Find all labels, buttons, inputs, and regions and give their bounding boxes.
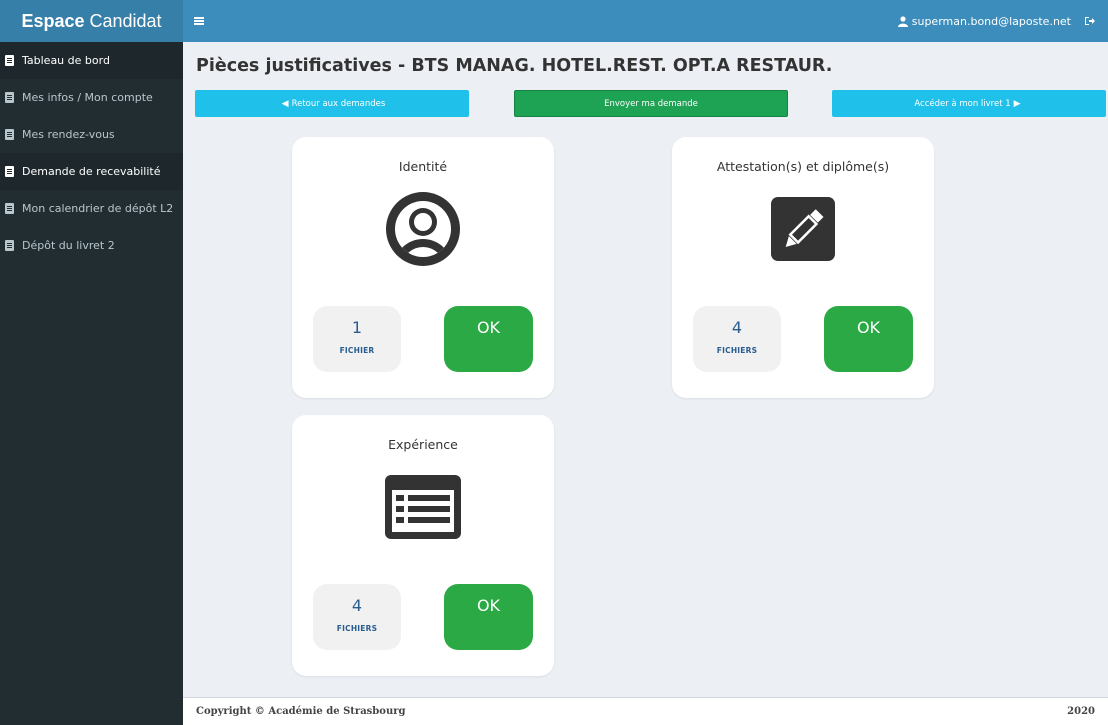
action-bar: ◀ Retour aux demandes Envoyer ma demande… (195, 90, 1106, 117)
book-icon (5, 240, 14, 251)
file-count-box[interactable]: 4 FICHIERS (313, 584, 401, 650)
sidebar: Espace Candidat Tableau de bord Mes info… (0, 0, 183, 725)
sidebar-item-livret2[interactable]: Dépôt du livret 2 (0, 227, 183, 264)
brand-logo[interactable]: Espace Candidat (0, 0, 183, 42)
top-navbar: superman.bond@laposte.net (183, 0, 1108, 42)
sidebar-item-label: Demande de recevabilité (22, 165, 161, 178)
brand-rest: Candidat (89, 10, 162, 31)
arrow-right-icon: ▶ (1013, 98, 1021, 109)
footer: Copyright © Académie de Strasbourg 2020 (183, 697, 1108, 725)
user-circle-icon (383, 189, 463, 269)
copyright-text: Copyright © Académie de Strasbourg (196, 706, 406, 717)
sidebar-item-label: Dépôt du livret 2 (22, 239, 115, 252)
sidebar-item-tableau-de-bord[interactable]: Tableau de bord (0, 42, 183, 79)
file-count-label: FICHIERS (336, 624, 378, 633)
back-button-label: Retour aux demandes (291, 98, 386, 109)
sidebar-item-rendez-vous[interactable]: Mes rendez-vous (0, 116, 183, 153)
send-button-label: Envoyer ma demande (604, 98, 698, 109)
pencil-square-icon (763, 189, 843, 269)
file-count-label: FICHIER (339, 346, 375, 355)
file-count-box[interactable]: 4 FICHIERS (693, 306, 781, 372)
book-icon (5, 166, 14, 177)
sidebar-item-label: Mes rendez-vous (22, 128, 115, 141)
footer-year: 2020 (1067, 706, 1095, 717)
access-button-label: Accéder à mon livret 1 (914, 98, 1011, 109)
sidebar-menu: Tableau de bord Mes infos / Mon compte M… (0, 42, 183, 264)
send-request-button[interactable]: Envoyer ma demande (514, 90, 788, 117)
user-icon (897, 15, 908, 27)
book-icon (5, 129, 14, 140)
status-ok-button[interactable]: OK (824, 306, 913, 372)
sign-out-icon[interactable] (1085, 16, 1095, 26)
book-icon (5, 92, 14, 103)
file-count-label: FICHIERS (716, 346, 758, 355)
main-content: Pièces justificatives - BTS MANAG. HOTEL… (183, 42, 1108, 725)
page-title: Pièces justificatives - BTS MANAG. HOTEL… (196, 56, 833, 76)
card-title: Attestation(s) et diplôme(s) (716, 159, 890, 174)
back-to-requests-button[interactable]: ◀ Retour aux demandes (195, 90, 469, 117)
user-email: superman.bond@laposte.net (911, 14, 1071, 28)
arrow-left-icon: ◀ (281, 98, 289, 109)
sidebar-item-label: Mes infos / Mon compte (22, 91, 153, 104)
card-identite: Identité 1 FICHIER OK (292, 137, 554, 398)
file-count: 4 (731, 318, 743, 337)
card-title: Identité (398, 159, 448, 174)
user-menu[interactable]: superman.bond@laposte.net (897, 14, 1071, 28)
sidebar-item-label: Mon calendrier de dépôt L2 (22, 202, 174, 215)
sidebar-item-label: Tableau de bord (22, 54, 110, 67)
book-icon (5, 203, 14, 214)
card-attestations: Attestation(s) et diplôme(s) 4 FICHIERS … (672, 137, 934, 398)
menu-toggle-icon[interactable] (194, 17, 204, 25)
sidebar-item-calendrier[interactable]: Mon calendrier de dépôt L2 (0, 190, 183, 227)
sidebar-item-recevabilite[interactable]: Demande de recevabilité (0, 153, 183, 190)
status-ok-button[interactable]: OK (444, 306, 533, 372)
file-count: 4 (351, 596, 363, 615)
file-count-box[interactable]: 1 FICHIER (313, 306, 401, 372)
brand-bold: Espace (21, 10, 85, 31)
file-count: 1 (351, 318, 363, 337)
book-icon (5, 55, 14, 66)
sidebar-item-mes-infos[interactable]: Mes infos / Mon compte (0, 79, 183, 116)
status-ok-button[interactable]: OK (444, 584, 533, 650)
card-title: Expérience (388, 437, 458, 452)
access-booklet-button[interactable]: Accéder à mon livret 1 ▶ (832, 90, 1106, 117)
list-alt-icon (383, 467, 463, 547)
card-experience: Expérience 4 FICHIERS OK (292, 415, 554, 676)
